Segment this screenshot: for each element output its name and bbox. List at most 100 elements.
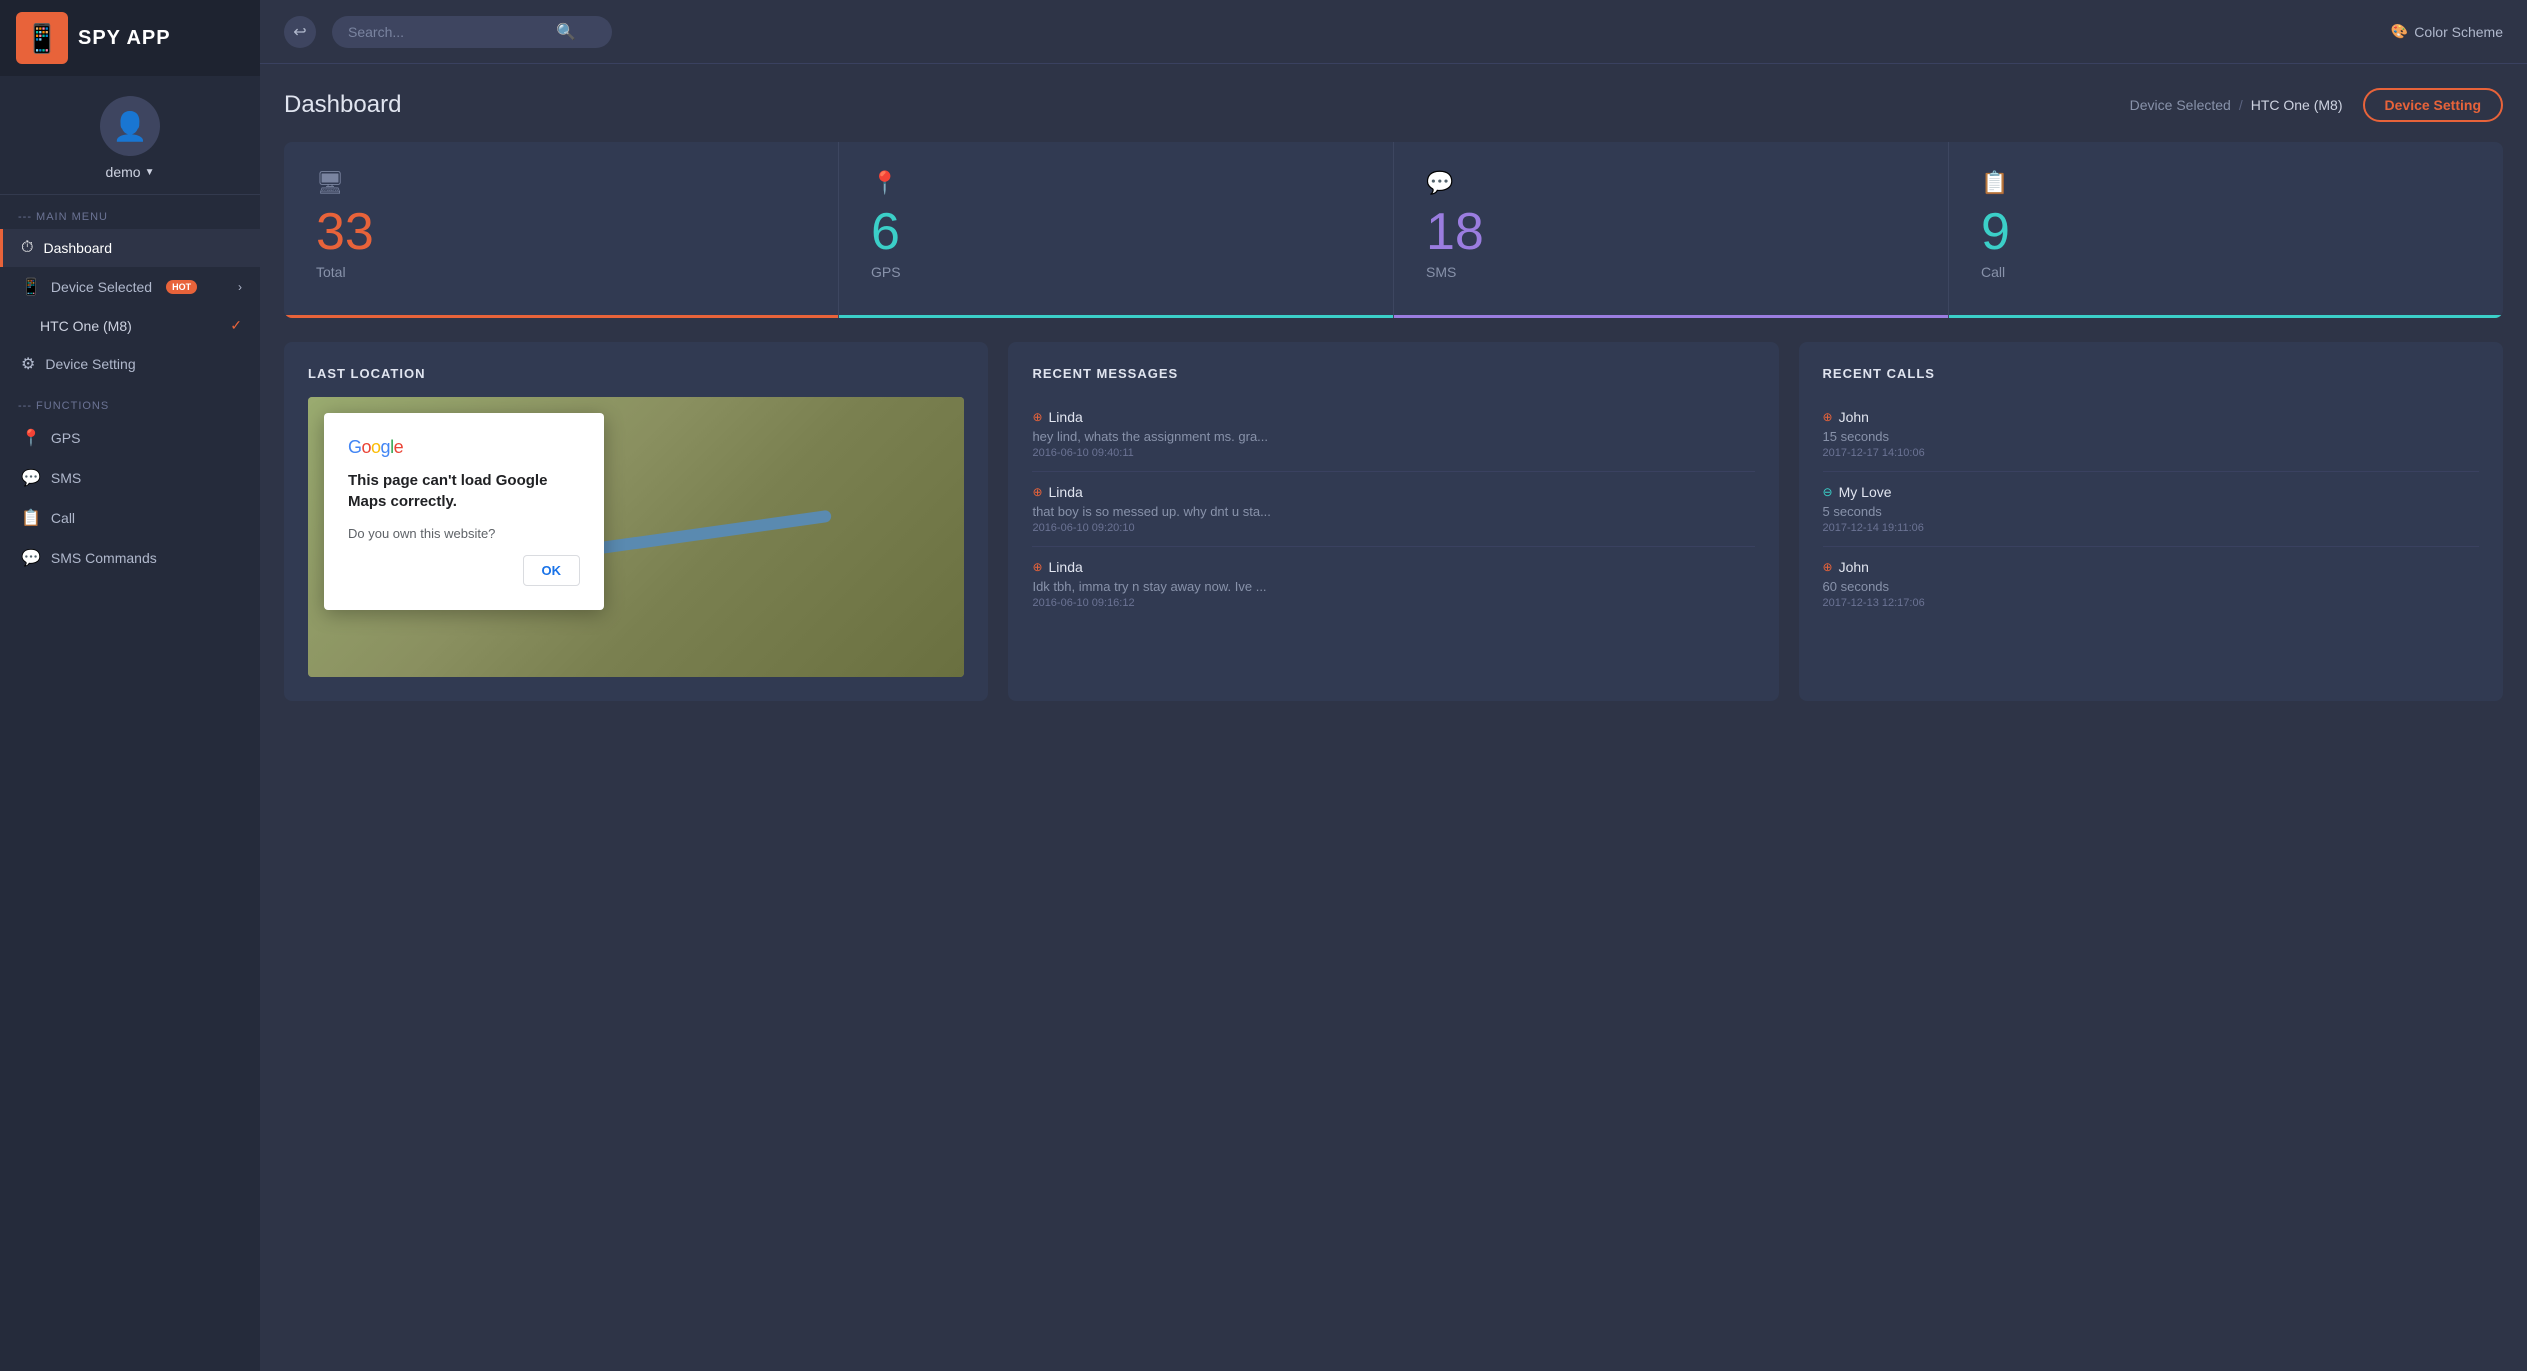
sidebar-item-call[interactable]: 📋 Call (0, 498, 260, 538)
msg-contact-2: Linda (1049, 559, 1083, 575)
sidebar-item-dashboard[interactable]: ⏱ Dashboard (0, 229, 260, 267)
msg-text-2: Idk tbh, imma try n stay away now. Ive .… (1032, 579, 1352, 594)
call-icon: 📋 (21, 508, 41, 528)
sms-label: SMS (1426, 264, 1456, 280)
stat-sms: 💬 18 SMS (1394, 142, 1949, 318)
call-dir-icon-2: ⊕ (1823, 560, 1833, 574)
call-contact-0: John (1839, 409, 1869, 425)
sidebar-sub-item-htc[interactable]: HTC One (M8) ✓ (0, 307, 260, 344)
total-label: Total (316, 264, 346, 280)
sidebar-item-device-selected[interactable]: 📱 Device Selected HOT › (0, 267, 260, 307)
call-duration-1: 5 seconds (1823, 504, 2479, 519)
map-dialog-ok-button[interactable]: OK (523, 555, 581, 586)
sidebar-item-label: Device Setting (45, 356, 135, 372)
msg-text-1: that boy is so messed up. why dnt u sta.… (1032, 504, 1352, 519)
call-time-1: 2017-12-14 19:11:06 (1823, 522, 2479, 534)
hot-badge: HOT (166, 280, 197, 294)
total-bar (284, 315, 838, 318)
sidebar-item-sms[interactable]: 💬 SMS (0, 458, 260, 498)
call-name-2: ⊕ John (1823, 559, 2479, 575)
page-content: Dashboard Device Selected / HTC One (M8)… (260, 64, 2527, 1371)
sms-commands-icon: 💬 (21, 548, 41, 568)
dashboard-icon: ⏱ (21, 239, 33, 257)
message-item-2: ⊕ Linda Idk tbh, imma try n stay away no… (1032, 547, 1754, 621)
sidebar-item-label: Dashboard (43, 240, 112, 256)
breadcrumb-device-selected: Device Selected (2130, 97, 2231, 113)
device-name-label: HTC One (M8) (40, 318, 132, 334)
call-stat-icon: 📋 (1981, 170, 2008, 196)
call-duration-0: 15 seconds (1823, 429, 2479, 444)
logo-text: SPY APP (78, 27, 171, 50)
sidebar-item-gps[interactable]: 📍 GPS (0, 418, 260, 458)
msg-contact-1: Linda (1049, 484, 1083, 500)
content-row: LAST LOCATION Google This page can't loa… (284, 342, 2503, 701)
gps-icon: 📍 (21, 428, 41, 448)
call-contact-2: John (1839, 559, 1869, 575)
msg-name-0: ⊕ Linda (1032, 409, 1754, 425)
color-scheme-label: Color Scheme (2414, 24, 2503, 40)
recent-calls-title: RECENT CALLS (1823, 366, 2479, 381)
color-scheme-button[interactable]: 🎨 Color Scheme (2391, 23, 2503, 40)
msg-time-1: 2016-06-10 09:20:10 (1032, 522, 1754, 534)
call-item-2: ⊕ John 60 seconds 2017-12-13 12:17:06 (1823, 547, 2479, 621)
page-header: Dashboard Device Selected / HTC One (M8)… (284, 88, 2503, 122)
username-label[interactable]: demo ▼ (106, 164, 155, 180)
breadcrumb-device-name: HTC One (M8) (2251, 97, 2343, 113)
sidebar-item-label: Device Selected (51, 279, 152, 295)
map-dialog-actions: OK (348, 555, 580, 586)
messages-list: ⊕ Linda hey lind, whats the assignment m… (1032, 397, 1754, 621)
back-button[interactable]: ↩ (284, 16, 316, 48)
call-contact-1: My Love (1839, 484, 1892, 500)
sidebar-item-sms-commands[interactable]: 💬 SMS Commands (0, 538, 260, 578)
message-item-0: ⊕ Linda hey lind, whats the assignment m… (1032, 397, 1754, 472)
avatar: 👤 (100, 96, 160, 156)
msg-dir-icon-1: ⊕ (1032, 485, 1042, 499)
search-input[interactable] (348, 24, 548, 40)
search-box: 🔍 (332, 16, 612, 48)
main-content: ↩ 🔍 🎨 Color Scheme Dashboard Device Sele… (260, 0, 2527, 1371)
sidebar-item-device-setting[interactable]: ⚙ Device Setting (0, 344, 260, 384)
call-dir-icon-0: ⊕ (1823, 410, 1833, 424)
sidebar-item-label: GPS (51, 430, 81, 446)
call-item-1: ⊖ My Love 5 seconds 2017-12-14 19:11:06 (1823, 472, 2479, 547)
map-dialog-overlay: Google This page can't load Google Maps … (308, 397, 964, 677)
sidebar: 📱 SPY APP 👤 demo ▼ --- MAIN MENU ⏱ Dashb… (0, 0, 260, 1371)
avatar-section: 👤 demo ▼ (0, 76, 260, 195)
gps-bar (839, 315, 1393, 318)
color-scheme-icon: 🎨 (2391, 23, 2408, 40)
sms-icon: 💬 (21, 468, 41, 488)
search-icon: 🔍 (556, 22, 576, 42)
total-value: 33 (316, 206, 374, 258)
main-menu-label: --- MAIN MENU (0, 195, 260, 229)
call-name-0: ⊕ John (1823, 409, 2479, 425)
device-setting-button[interactable]: Device Setting (2363, 88, 2503, 122)
sidebar-item-label: Call (51, 510, 75, 526)
msg-dir-icon-2: ⊕ (1032, 560, 1042, 574)
call-time-2: 2017-12-13 12:17:06 (1823, 597, 2479, 609)
map-dialog-title: This page can't load Google Maps correct… (348, 470, 580, 512)
gps-label: GPS (871, 264, 901, 280)
topbar: ↩ 🔍 🎨 Color Scheme (260, 0, 2527, 64)
last-location-card: LAST LOCATION Google This page can't loa… (284, 342, 988, 701)
sms-bar (1394, 315, 1948, 318)
google-logo: Google (348, 437, 580, 458)
sms-value: 18 (1426, 206, 1484, 258)
msg-name-1: ⊕ Linda (1032, 484, 1754, 500)
msg-name-2: ⊕ Linda (1032, 559, 1754, 575)
device-setting-icon: ⚙ (21, 354, 35, 374)
back-icon: ↩ (293, 22, 306, 42)
msg-dir-icon-0: ⊕ (1032, 410, 1042, 424)
page-title: Dashboard (284, 91, 401, 119)
logo-area: 📱 SPY APP (0, 0, 260, 76)
message-item-1: ⊕ Linda that boy is so messed up. why dn… (1032, 472, 1754, 547)
sidebar-item-label: SMS Commands (51, 550, 157, 566)
call-value: 9 (1981, 206, 2010, 258)
last-location-title: LAST LOCATION (308, 366, 964, 381)
device-selected-icon: 📱 (21, 277, 41, 297)
call-time-0: 2017-12-17 14:10:06 (1823, 447, 2479, 459)
logo-icon: 📱 (16, 12, 68, 64)
recent-calls-card: RECENT CALLS ⊕ John 15 seconds 2017-12-1… (1799, 342, 2503, 701)
breadcrumb: Device Selected / HTC One (M8) (2130, 97, 2343, 113)
chevron-icon: › (238, 280, 242, 294)
stat-total: 🖥 33 Total (284, 142, 839, 318)
